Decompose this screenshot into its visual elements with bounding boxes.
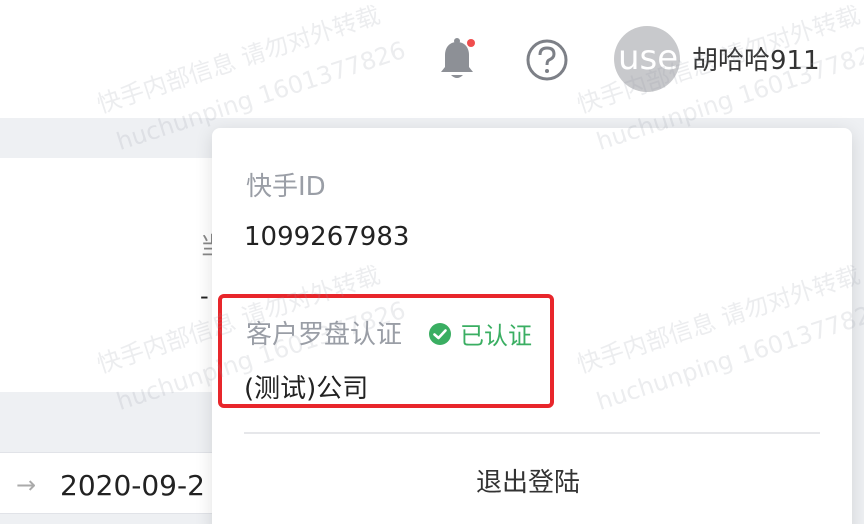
compass-auth-label: 客户罗盘认证 [246, 320, 403, 350]
company-name: (测试)公司 [244, 374, 369, 404]
avatar-text: user [618, 38, 680, 78]
check-circle-icon [429, 322, 451, 345]
divider [244, 432, 820, 434]
date-range-field[interactable]: → 2020-09-2 [0, 452, 240, 514]
verified-text: 已认证 [460, 322, 532, 350]
kuaishou-id-label: 快手ID [246, 172, 326, 202]
kuaishou-id-value: 1099267983 [244, 222, 410, 252]
date-value: 2020-09-2 [60, 469, 205, 502]
top-bar: user 胡哈哈911 [0, 0, 864, 118]
avatar[interactable]: user [614, 26, 680, 92]
background-card-value: - [200, 282, 209, 310]
help-icon[interactable] [525, 38, 569, 82]
background-card [0, 158, 240, 392]
verified-badge: 已认证 [428, 316, 532, 351]
logout-button[interactable]: 退出登陆 [476, 462, 580, 499]
username[interactable]: 胡哈哈911 [692, 40, 820, 77]
notification-bell-icon[interactable] [437, 36, 477, 82]
arrow-right-icon: → [16, 471, 37, 499]
user-dropdown-menu: 快手ID 1099267983 客户罗盘认证 已认证 (测试)公司 退出登陆 [212, 128, 852, 524]
